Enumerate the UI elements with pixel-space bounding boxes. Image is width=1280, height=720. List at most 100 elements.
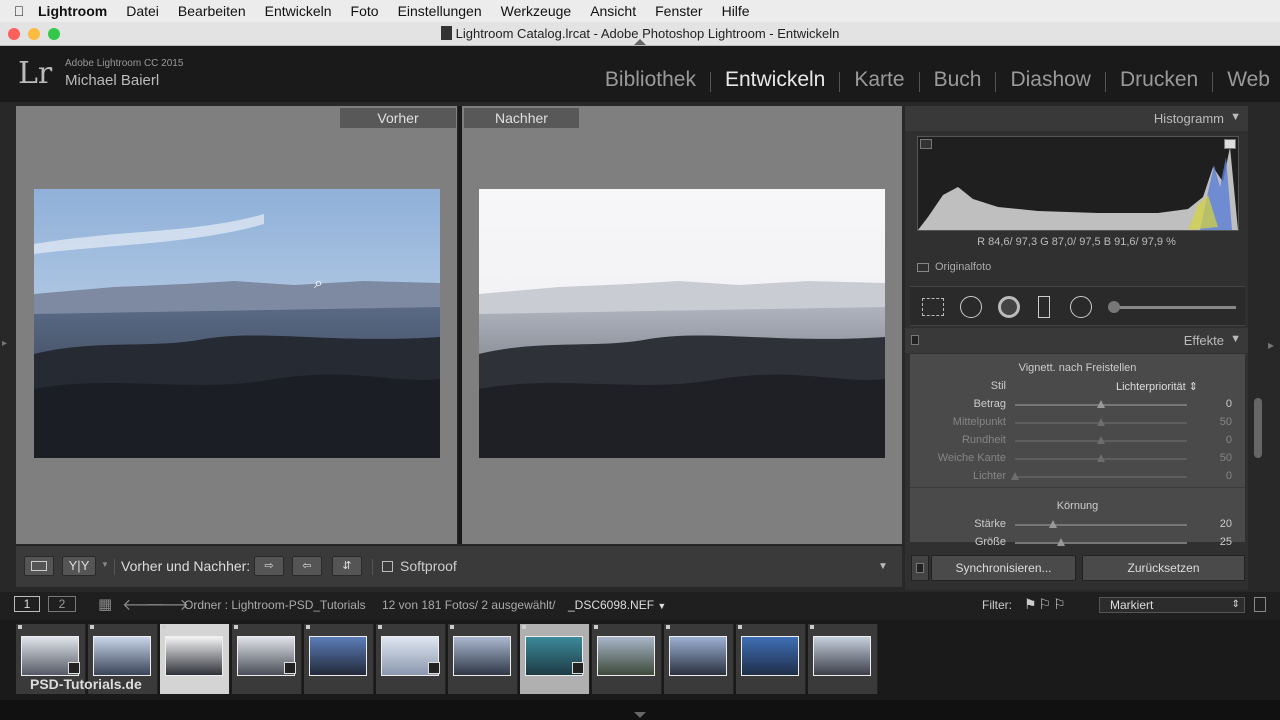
collapse-top-panel-icon[interactable] (634, 39, 646, 45)
main-window-button[interactable]: 1 (14, 596, 40, 612)
slider-thumb[interactable] (1097, 436, 1105, 444)
shadow-clipping-icon[interactable] (920, 139, 932, 149)
thumbnail-image (597, 636, 655, 676)
slider-track[interactable] (1015, 542, 1187, 544)
style-dropdown[interactable]: Lichterpriorität ⇕ (1116, 380, 1198, 393)
updown-chevron-icon: ⇕ (1188, 381, 1198, 393)
graduated-filter-tool-icon[interactable] (1038, 296, 1050, 318)
filter-lock-icon[interactable] (1254, 597, 1266, 612)
toolbar-menu-chevron-icon[interactable]: ▼ (878, 561, 888, 572)
histogram-header[interactable]: Histogramm ▼ (905, 106, 1248, 131)
toolbar-separator (114, 559, 115, 575)
thumbnail-image (741, 636, 799, 676)
menu-werkzeuge[interactable]: Werkzeuge (501, 3, 572, 19)
reset-button[interactable]: Zurücksetzen (1082, 555, 1245, 581)
before-pane[interactable]: Vorher ⌕ (16, 106, 457, 544)
filmstrip-thumbnail[interactable] (160, 624, 230, 694)
slider-label: Betrag (973, 398, 1006, 410)
filter-dropdown[interactable]: Markiert ⇕ (1099, 597, 1245, 613)
menu-entwickeln[interactable]: Entwickeln (265, 3, 332, 19)
slider-thumb[interactable] (1057, 538, 1066, 546)
effects-header[interactable]: Effekte ▼ (905, 328, 1248, 353)
red-eye-tool-icon[interactable] (998, 296, 1020, 318)
module-buch[interactable]: Buch (920, 68, 996, 92)
histogram-graph[interactable] (917, 136, 1239, 231)
right-panel-toggle-icon[interactable]: ▸ (1268, 338, 1274, 352)
module-drucken[interactable]: Drucken (1106, 68, 1212, 92)
original-photo-checkbox[interactable] (917, 263, 929, 272)
adjustment-brush-icon[interactable] (1108, 301, 1120, 313)
filmstrip-thumbnail[interactable] (232, 624, 302, 694)
panel-switch-icon[interactable] (911, 335, 919, 345)
menu-einstellungen[interactable]: Einstellungen (398, 3, 482, 19)
vignette-title: Vignett. nach Freistellen (1018, 362, 1137, 374)
slider-value[interactable]: 25 (1202, 536, 1232, 548)
slider-value[interactable]: 20 (1202, 518, 1232, 530)
slider-track[interactable] (1015, 524, 1187, 526)
module-diashow[interactable]: Diashow (996, 68, 1105, 92)
slider-thumb[interactable] (1097, 400, 1105, 408)
forward-arrow-icon[interactable]: 🡒 (146, 594, 189, 615)
softproof-label: Softproof (400, 558, 457, 574)
radial-filter-tool-icon[interactable] (1070, 296, 1092, 318)
current-filename[interactable]: _DSC6098.NEF ▼ (568, 598, 666, 612)
slider-value[interactable]: 0 (1202, 398, 1232, 410)
slider-thumb[interactable] (1097, 418, 1105, 426)
copy-before-to-after-button[interactable]: ⇨ (254, 556, 284, 576)
module-entwickeln[interactable]: Entwickeln (711, 68, 839, 92)
before-photo[interactable]: ⌕ (34, 189, 440, 458)
filmstrip-thumbnail[interactable] (448, 624, 518, 694)
menu-hilfe[interactable]: Hilfe (722, 3, 750, 19)
flag-filter-icon[interactable]: ⚑⚐⚐ (1024, 596, 1068, 613)
menu-foto[interactable]: Foto (351, 3, 379, 19)
filmstrip-thumbnail[interactable] (808, 624, 878, 694)
second-window-button[interactable]: 2 (48, 596, 76, 612)
panel-scrollbar[interactable] (1254, 398, 1262, 458)
slider-thumb[interactable] (1097, 454, 1105, 462)
module-web[interactable]: Web (1213, 68, 1270, 92)
swap-before-after-button[interactable]: ⇵ (332, 556, 362, 576)
apple-icon[interactable]:  (0, 3, 38, 19)
collapse-bottom-panel-icon[interactable] (634, 712, 646, 718)
menu-bearbeiten[interactable]: Bearbeiten (178, 3, 246, 19)
panel-toggle-button[interactable] (911, 555, 929, 581)
menu-fenster[interactable]: Fenster (655, 3, 702, 19)
filename-text: _DSC6098.NEF (568, 598, 655, 612)
filmstrip-thumbnail[interactable] (592, 624, 662, 694)
develop-adjusted-badge-icon (284, 662, 296, 674)
module-bibliothek[interactable]: Bibliothek (591, 68, 710, 92)
before-after-view-button[interactable]: Y|Y (62, 556, 96, 576)
chevron-down-icon[interactable]: ▼ (101, 560, 109, 569)
filmstrip-thumbnail[interactable] (520, 624, 590, 694)
menu-datei[interactable]: Datei (126, 3, 159, 19)
effects-panel: Vignett. nach Freistellen Stil Lichterpr… (910, 354, 1245, 548)
filmstrip-thumbnail[interactable] (664, 624, 734, 694)
filmstrip-thumbnail[interactable] (376, 624, 446, 694)
spot-removal-tool-icon[interactable] (960, 296, 982, 318)
menu-ansicht[interactable]: Ansicht (590, 3, 636, 19)
slider-value[interactable]: 0 (1202, 434, 1232, 446)
slider-value[interactable]: 50 (1202, 452, 1232, 464)
slider-track[interactable] (1015, 476, 1187, 478)
menu-lightroom[interactable]: Lightroom (38, 3, 107, 19)
filmstrip-thumbnail[interactable] (736, 624, 806, 694)
softproof-checkbox[interactable] (382, 561, 393, 572)
module-karte[interactable]: Karte (840, 68, 918, 92)
sync-button[interactable]: Synchronisieren... (931, 555, 1076, 581)
left-panel-toggle-icon[interactable]: ▸ (2, 338, 7, 349)
after-pane[interactable]: Nachher (462, 106, 902, 544)
slider-value[interactable]: 50 (1202, 416, 1232, 428)
copy-after-to-before-button[interactable]: ⇦ (292, 556, 322, 576)
filmstrip (0, 620, 1280, 700)
after-photo[interactable] (479, 189, 885, 458)
slider-value[interactable]: 0 (1202, 470, 1232, 482)
highlight-clipping-icon[interactable] (1224, 139, 1236, 149)
adjustment-brush-slider[interactable] (1110, 306, 1236, 309)
slider-thumb[interactable] (1048, 520, 1057, 528)
filmstrip-thumbnail[interactable] (304, 624, 374, 694)
loupe-view-button[interactable] (24, 556, 54, 576)
folder-path[interactable]: Ordner : Lightroom-PSD_Tutorials (184, 598, 366, 612)
crop-tool-icon[interactable] (922, 298, 944, 316)
grid-view-icon[interactable]: ▦ (98, 595, 112, 613)
slider-thumb[interactable] (1011, 472, 1019, 480)
